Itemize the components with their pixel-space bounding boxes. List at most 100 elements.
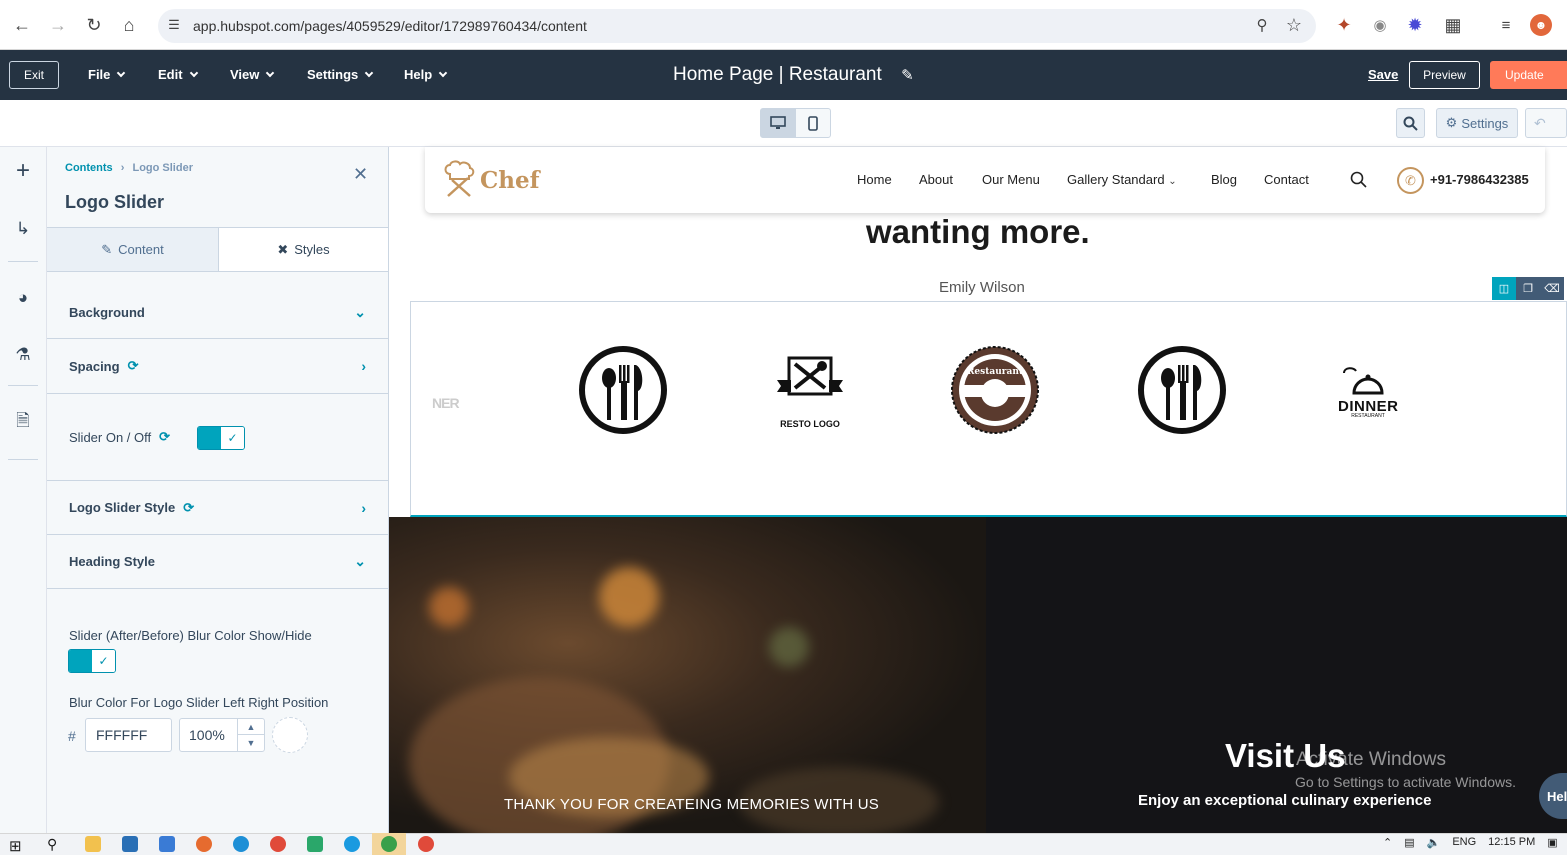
device-toggle <box>760 108 831 138</box>
site-phone[interactable]: +91-7986432385 <box>1430 172 1529 187</box>
css-icon[interactable]: ◫ <box>1492 277 1516 300</box>
chrome-icon-2[interactable] <box>418 836 434 852</box>
optimize-gauge-icon[interactable]: ◕ <box>10 285 36 311</box>
clock[interactable]: 12:15 PM <box>1488 836 1535 849</box>
breadcrumb-contents-link[interactable]: Contents <box>65 162 113 174</box>
zoom-icon[interactable]: ⚲ <box>1251 14 1273 36</box>
section-heading-style[interactable]: Heading Style ⌄ <box>47 535 388 589</box>
refresh-icon[interactable]: ⟳ <box>128 358 139 374</box>
section-spacing[interactable]: Spacing ⟳ › <box>47 339 388 394</box>
media-control-icon[interactable]: ≡ <box>1495 14 1517 36</box>
section-background[interactable]: Background ⌄ <box>47 286 388 339</box>
skype-icon[interactable] <box>344 836 360 852</box>
rail-divider <box>8 385 38 386</box>
firefox-icon[interactable] <box>196 836 212 852</box>
extension-hubspot-icon[interactable]: ✦ <box>1333 14 1355 36</box>
site-info-icon[interactable]: ☰ <box>163 14 185 36</box>
blur-show-label: Slider (After/Before) Blur Color Show/Hi… <box>69 628 312 643</box>
extension-icon[interactable]: ✹ <box>1404 14 1426 36</box>
section-background-label: Background <box>69 304 145 320</box>
add-module-icon[interactable]: + <box>10 157 36 184</box>
tab-content-label: Content <box>118 242 164 257</box>
exit-button[interactable]: Exit <box>9 61 59 89</box>
tab-content[interactable]: ✎ Content <box>47 228 219 271</box>
mail-icon[interactable] <box>122 836 138 852</box>
volume-icon[interactable]: 🔈 <box>1427 836 1441 849</box>
page-title[interactable]: Home Page | Restaurant ✎ <box>673 64 914 86</box>
edge-icon[interactable] <box>233 836 249 852</box>
app-icon[interactable] <box>307 836 323 852</box>
trash-icon[interactable]: ⌫ <box>1540 277 1564 300</box>
page-document-icon[interactable]: 🗎 <box>10 409 36 435</box>
browser-toolbar: ← → ↻ ⌂ ☰ app.hubspot.com/pages/4059529/… <box>0 0 1567 50</box>
duplicate-icon[interactable]: ❐ <box>1516 277 1540 300</box>
color-swatch[interactable] <box>272 717 308 753</box>
desktop-view-icon[interactable] <box>761 109 796 137</box>
network-icon[interactable]: ▤ <box>1404 836 1414 849</box>
bookmark-star-icon[interactable]: ☆ <box>1283 14 1305 36</box>
stepper-down-icon[interactable]: ▼ <box>238 735 264 751</box>
taskbar-search-icon[interactable]: ⚲ <box>47 836 57 853</box>
store-icon[interactable] <box>159 836 175 852</box>
tab-styles[interactable]: ✖ Styles <box>219 228 388 271</box>
windows-watermark-subtitle: Go to Settings to activate Windows. <box>1295 774 1516 790</box>
update-button[interactable]: Update <box>1490 61 1567 89</box>
opacity-stepper[interactable]: ▲ ▼ <box>237 719 264 751</box>
notification-icon[interactable]: ▣ <box>1547 836 1557 849</box>
nav-blog[interactable]: Blog <box>1211 172 1237 187</box>
menu-view[interactable]: View <box>230 67 275 82</box>
section-logo-slider-style[interactable]: Logo Slider Style ⟳ › <box>47 481 388 535</box>
nav-contact[interactable]: Contact <box>1264 172 1309 187</box>
upwork-icon[interactable] <box>381 836 397 852</box>
menu-settings[interactable]: Settings <box>307 67 374 82</box>
nav-gallery[interactable]: Gallery Standard ⌄ <box>1067 172 1177 187</box>
chrome-icon[interactable] <box>270 836 286 852</box>
menu-help[interactable]: Help <box>404 67 448 82</box>
menu-edit[interactable]: Edit <box>158 67 198 82</box>
extensions-puzzle-icon[interactable]: ▦ <box>1442 14 1464 36</box>
url-text[interactable]: app.hubspot.com/pages/4059529/editor/172… <box>193 18 587 34</box>
preview-button[interactable]: Preview <box>1409 61 1480 89</box>
file-explorer-icon[interactable] <box>85 836 101 852</box>
blur-show-toggle[interactable]: ✓ <box>68 649 116 673</box>
undo-button[interactable]: ↶ <box>1525 108 1567 138</box>
restaurant-badge-text: Restaurant <box>966 367 1024 377</box>
camera-extension-icon[interactable]: ◉ <box>1369 14 1391 36</box>
color-hex-input[interactable]: FFFFFF <box>85 718 172 752</box>
save-button[interactable]: Save <box>1368 67 1398 82</box>
site-search-icon[interactable] <box>1350 171 1367 193</box>
resto-logo: RESTO LOGO <box>775 356 845 429</box>
language-indicator[interactable]: ENG <box>1452 836 1476 849</box>
settings-button[interactable]: ⚙ Settings <box>1436 108 1518 138</box>
tray-chevron-icon[interactable]: ⌃ <box>1383 836 1392 849</box>
back-icon[interactable]: ← <box>11 14 33 36</box>
close-icon[interactable]: ✕ <box>353 164 368 185</box>
search-button[interactable] <box>1396 108 1425 138</box>
check-icon: ✓ <box>92 650 115 672</box>
nav-home[interactable]: Home <box>857 172 892 187</box>
menu-edit-label: Edit <box>158 67 183 82</box>
layers-tree-icon[interactable]: ↳ <box>10 216 36 242</box>
stepper-up-icon[interactable]: ▲ <box>238 719 264 735</box>
site-logo-text[interactable]: Chef <box>480 167 540 194</box>
forward-icon[interactable]: → <box>47 14 69 36</box>
test-flask-icon[interactable]: ⚗ <box>10 342 36 368</box>
pencil-icon[interactable]: ✎ <box>901 67 914 84</box>
nav-our-menu[interactable]: Our Menu <box>982 172 1040 187</box>
reload-icon[interactable]: ↻ <box>83 14 105 36</box>
chevron-down-icon: ⌄ <box>354 553 366 569</box>
windows-start-icon[interactable]: ⊞ <box>9 837 22 855</box>
logo-slider-style-label: Logo Slider Style <box>69 500 176 515</box>
home-icon[interactable]: ⌂ <box>118 14 140 36</box>
mobile-view-icon[interactable] <box>796 109 831 137</box>
refresh-icon[interactable]: ⟳ <box>159 429 170 445</box>
chef-hat-logo-icon[interactable] <box>442 160 478 203</box>
brush-icon: ✖ <box>277 241 289 257</box>
refresh-icon[interactable]: ⟳ <box>183 500 194 516</box>
restaurant-photo <box>389 517 986 833</box>
slider-onoff-toggle[interactable]: ✓ <box>197 426 245 450</box>
profile-avatar[interactable]: ☻ <box>1530 14 1552 36</box>
nav-about[interactable]: About <box>919 172 953 187</box>
menu-file[interactable]: File <box>88 67 126 82</box>
chevron-down-icon <box>365 68 374 78</box>
